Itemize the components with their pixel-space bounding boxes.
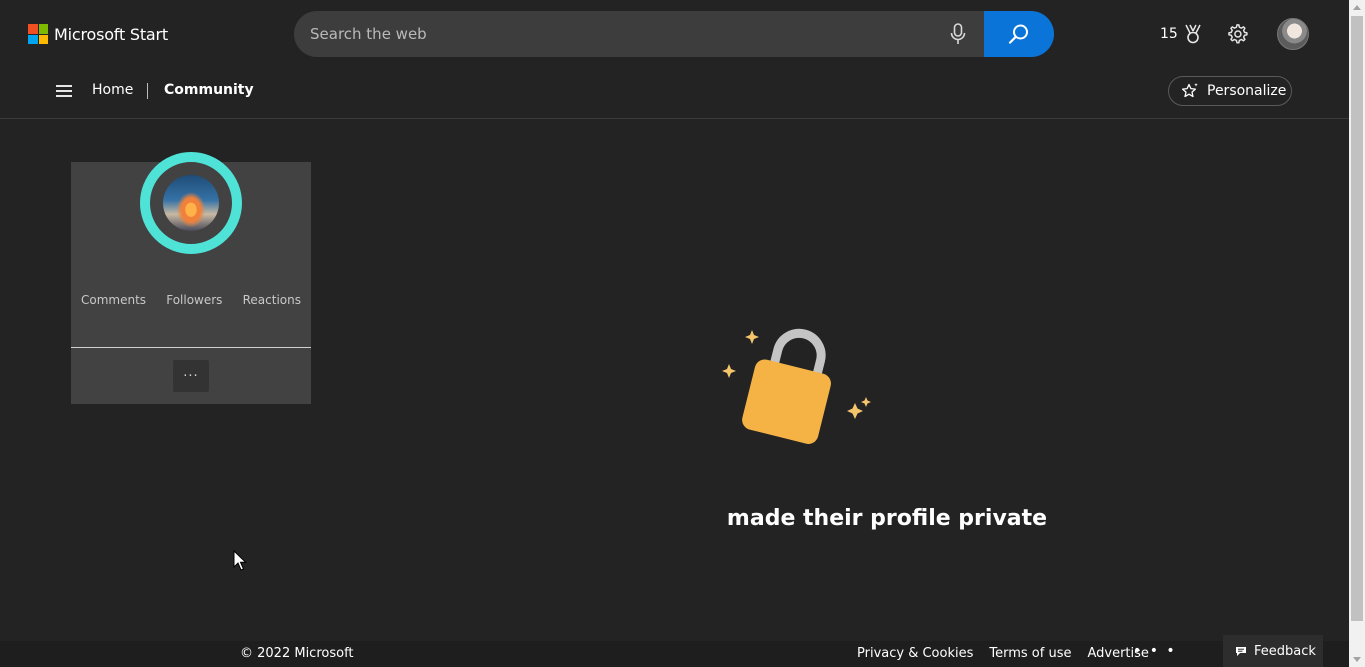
search-input[interactable] [310,11,930,57]
search-button[interactable] [984,11,1054,57]
profile-card: Comments Followers Reactions ··· [71,152,311,404]
search-icon [1008,24,1028,44]
profile-stats: Comments Followers Reactions [71,293,311,313]
brand-link[interactable]: Microsoft Start [28,24,168,44]
medal-icon [1185,24,1201,44]
microphone-icon[interactable] [948,23,968,45]
copyright-text: © 2022 Microsoft [240,646,354,661]
rewards-button[interactable]: 15 [1160,24,1202,44]
feedback-label: Feedback [1254,643,1316,659]
padlock-icon [722,328,871,444]
nav-home-link[interactable]: Home [92,82,133,98]
nav-community-link[interactable]: Community [164,82,254,98]
profile-avatar-ring [140,152,242,254]
sub-navigation: Home Community Personalize [0,68,1349,119]
reactions-stat[interactable]: Reactions [243,293,301,313]
profile-avatar [163,175,219,231]
terms-link[interactable]: Terms of use [989,646,1071,661]
scroll-up-arrow-icon[interactable] [1353,5,1361,10]
more-options-button[interactable]: ··· [173,360,209,392]
microsoft-logo-icon [28,24,48,44]
brand-name: Microsoft Start [54,24,168,44]
card-divider [71,347,311,348]
footer-links: Privacy & Cookies Terms of use Advertise [857,646,1149,661]
personalize-button[interactable]: Personalize [1168,76,1292,106]
nav-separator [147,83,148,99]
comments-stat[interactable]: Comments [81,293,146,313]
scroll-thumb[interactable] [1351,16,1363,621]
scroll-down-arrow-icon[interactable] [1353,657,1361,662]
rewards-count: 15 [1160,26,1178,42]
mouse-cursor-icon [233,550,247,571]
star-sparkle-icon [1181,83,1198,98]
vertical-scrollbar[interactable] [1349,0,1365,667]
footer-more-button[interactable]: • • • [1133,643,1177,659]
gear-icon[interactable] [1226,23,1248,45]
hamburger-icon[interactable] [56,85,72,97]
feedback-icon [1236,646,1246,656]
private-profile-message: made their profile private [726,506,1048,531]
top-bar: Microsoft Start 15 [0,0,1349,68]
footer: © 2022 Microsoft Privacy & Cookies Terms… [0,635,1349,667]
privacy-link[interactable]: Privacy & Cookies [857,646,973,661]
search-bar [294,11,1054,57]
feedback-button[interactable]: Feedback [1223,635,1323,667]
personalize-label: Personalize [1207,83,1287,99]
followers-stat[interactable]: Followers [166,293,222,313]
user-avatar[interactable] [1277,18,1309,50]
